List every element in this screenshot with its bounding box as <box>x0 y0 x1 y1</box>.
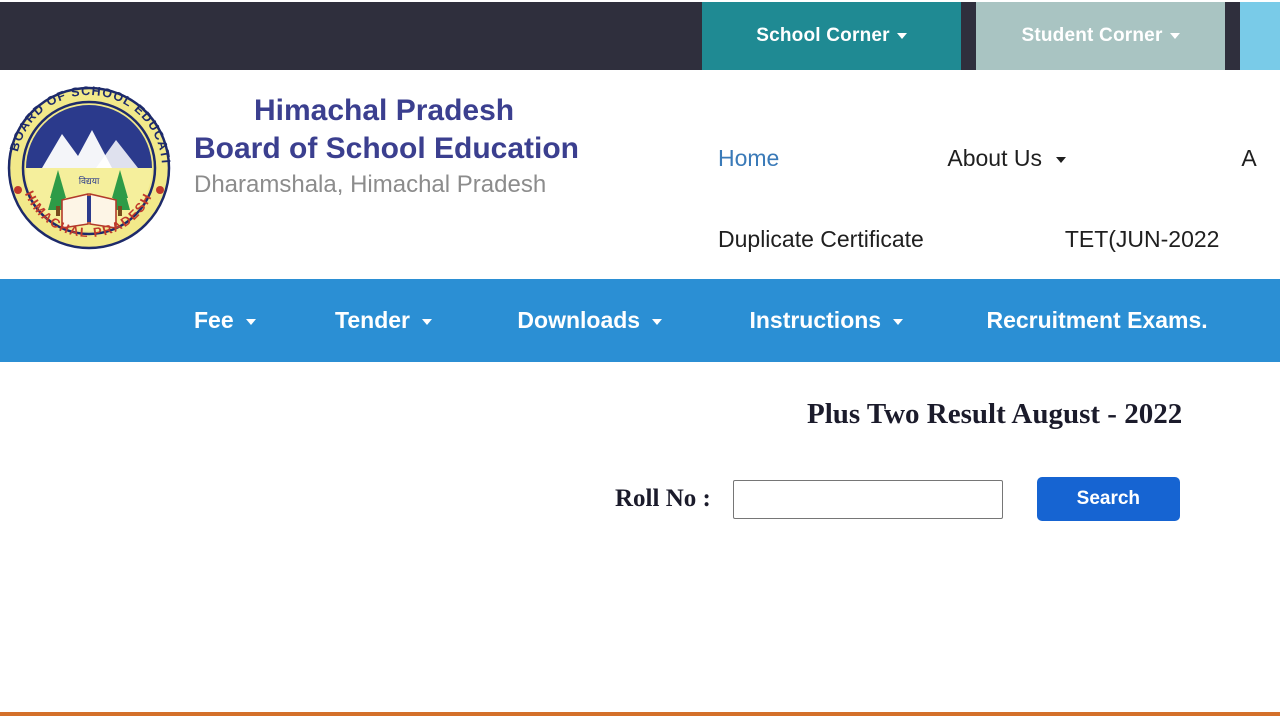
menu-item-downloads[interactable]: Downloads <box>517 307 663 334</box>
menu-item-fee-label: Fee <box>194 307 234 333</box>
menu-item-recruitment-exams[interactable]: Recruitment Exams. <box>986 307 1207 334</box>
topbar-divider-1 <box>961 2 976 70</box>
header-nav-row-2: Duplicate Certificate TET(JUN-2022 <box>700 199 1280 280</box>
hpbose-board-emblem-icon: विद्यया BOARD OF SCHOOL EDUCATI HIMACHAL… <box>0 67 178 256</box>
chevron-down-icon <box>422 318 433 325</box>
svg-text:विद्यया: विद्यया <box>79 175 100 186</box>
tab-school-corner[interactable]: School Corner <box>702 2 961 70</box>
nav-item-about-us-label: About Us <box>947 145 1042 171</box>
menu-item-tender-label: Tender <box>335 307 411 333</box>
nav-item-home[interactable]: Home <box>718 145 779 172</box>
nav-item-duplicate-certificate[interactable]: Duplicate Certificate <box>718 226 924 253</box>
top-utility-bar: School Corner Student Corner <box>0 2 1280 70</box>
brand-title-line2: Board of School Education <box>194 132 580 165</box>
nav-item-duplicate-certificate-label: Duplicate Certificate <box>718 226 924 252</box>
nav-item-truncated-a-label: A <box>1241 145 1257 171</box>
chevron-down-icon <box>896 33 907 39</box>
chevron-down-icon <box>1056 156 1067 163</box>
main-content: Plus Two Result August - 2022 Roll No : … <box>0 362 1280 712</box>
nav-item-tet-jun-2022-label: TET(JUN-2022 <box>1064 226 1220 252</box>
tab-student-corner-label: Student Corner <box>1021 25 1163 46</box>
chevron-down-icon <box>652 318 663 325</box>
nav-item-truncated-a[interactable]: A <box>1241 145 1256 172</box>
header-navigation: Home About Us A Duplicate Certificate TE… <box>700 118 1280 280</box>
menu-item-instructions[interactable]: Instructions <box>749 307 904 334</box>
topbar-divider-2 <box>1225 2 1240 70</box>
chevron-down-icon <box>1169 33 1180 39</box>
footer-divider-rule <box>0 712 1280 716</box>
roll-no-label: Roll No : <box>615 485 711 512</box>
brand-text-block: Himachal Pradesh Board of School Educati… <box>194 78 579 202</box>
menu-item-tender[interactable]: Tender <box>335 307 433 334</box>
menu-item-downloads-label: Downloads <box>517 307 641 333</box>
nav-item-tet-jun-2022[interactable]: TET(JUN-2022 <box>1065 226 1220 253</box>
chevron-down-icon <box>246 318 257 325</box>
menu-item-instructions-label: Instructions <box>749 307 882 333</box>
result-search-form: Roll No : Search <box>615 477 1180 521</box>
menu-item-fee[interactable]: Fee <box>194 307 257 334</box>
brand-title-line1: Himachal Pradesh <box>254 94 515 127</box>
tab-student-corner[interactable]: Student Corner <box>976 2 1225 70</box>
site-header: विद्यया BOARD OF SCHOOL EDUCATI HIMACHAL… <box>0 67 1280 276</box>
tab-next-partial[interactable] <box>1240 2 1280 70</box>
primary-menu-bar: Fee Tender Downloads Instructions Recrui… <box>0 279 1280 362</box>
menu-item-recruitment-exams-label: Recruitment Exams. <box>986 307 1208 333</box>
topbar-left-fill <box>0 2 702 70</box>
search-button[interactable]: Search <box>1036 477 1180 521</box>
page-title: Plus Two Result August - 2022 <box>807 398 1183 430</box>
nav-item-home-label: Home <box>718 145 780 171</box>
roll-no-input[interactable] <box>732 479 1003 519</box>
brand-subtitle-location: Dharamshala, Himachal Pradesh <box>194 171 547 198</box>
brand-block[interactable]: विद्यया BOARD OF SCHOOL EDUCATI HIMACHAL… <box>0 67 579 256</box>
page-root: School Corner Student Corner विद्यया BOA… <box>0 0 1280 720</box>
chevron-down-icon <box>893 318 904 325</box>
nav-item-about-us[interactable]: About Us <box>947 145 1067 172</box>
tab-school-corner-label: School Corner <box>756 25 890 46</box>
header-nav-row-1: Home About Us A <box>700 118 1280 199</box>
